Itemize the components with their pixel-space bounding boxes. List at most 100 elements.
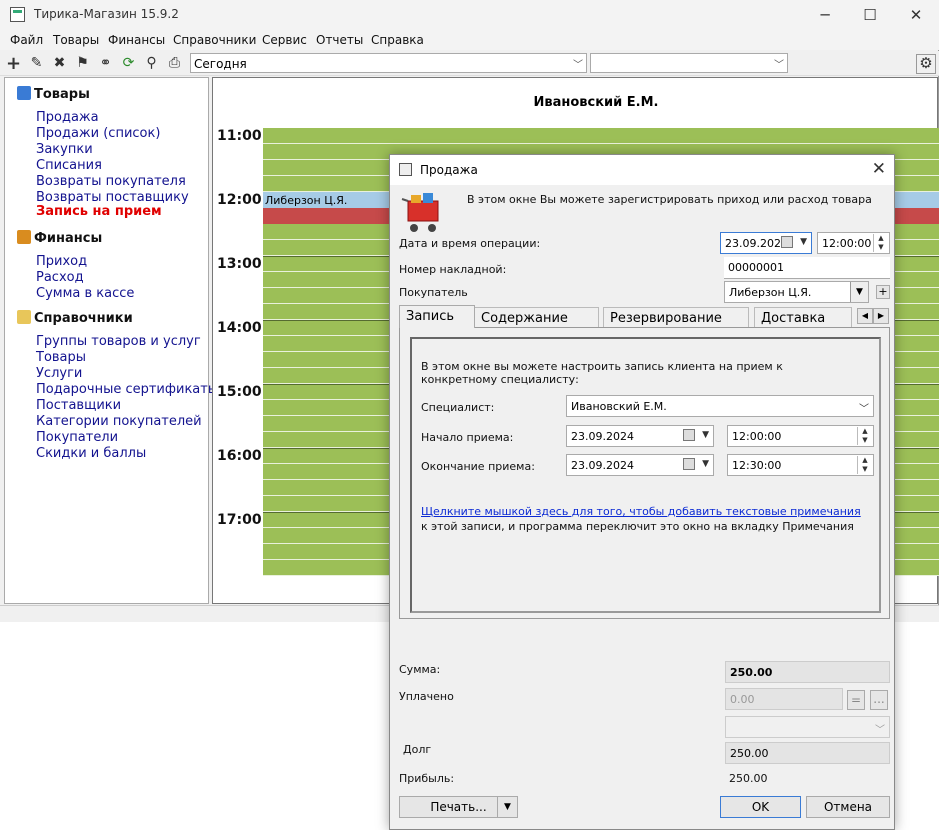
- menu-references[interactable]: Справочники: [173, 33, 256, 47]
- hour-label: 14:00: [217, 320, 262, 336]
- payment-method-select[interactable]: ﹀: [725, 716, 890, 738]
- specialist-select[interactable]: Ивановский Е.М. ﹀: [566, 395, 874, 417]
- tab-appointment[interactable]: Запись: [399, 305, 475, 328]
- flag-icon[interactable]: ⚑: [74, 55, 91, 72]
- dropdown-arrow-icon: ▼: [702, 430, 709, 440]
- navigation-panel: Товары Запись на прием Продажа Продажи (…: [4, 77, 216, 604]
- nav-item-sales-list[interactable]: Продажи (список): [36, 126, 160, 141]
- nav-item-goods[interactable]: Товары: [36, 350, 86, 365]
- print-button[interactable]: Печать... ▼: [399, 796, 518, 818]
- edit-pencil-icon[interactable]: ✎: [28, 55, 45, 72]
- add-notes-link[interactable]: Щелкните мышкой здесь для того, чтобы до…: [421, 505, 861, 518]
- chevron-down-icon: ﹀: [859, 404, 869, 415]
- buyer-label: Покупатель: [399, 286, 468, 299]
- time-spinner-icon[interactable]: ▲ ▼: [857, 456, 872, 474]
- invoice-field[interactable]: 00000001: [724, 257, 890, 279]
- menu-goods[interactable]: Товары: [53, 33, 99, 47]
- nav-section-goods[interactable]: Товары: [17, 86, 90, 102]
- print-icon[interactable]: ⎙: [166, 55, 183, 72]
- shopping-cart-icon: [401, 193, 439, 232]
- settings-gear-icon[interactable]: ⚙: [916, 54, 936, 74]
- pay-more-button[interactable]: ...: [870, 690, 888, 710]
- hour-label: 13:00: [217, 256, 262, 272]
- nav-item-services[interactable]: Услуги: [36, 366, 82, 381]
- op-date-field[interactable]: 23.09.2024 ▼: [720, 232, 812, 254]
- appointment-box: В этом окне вы можете настроить запись к…: [410, 337, 881, 613]
- start-time-field[interactable]: 12:00:00 ▲ ▼: [727, 425, 874, 447]
- ok-button[interactable]: OK: [720, 796, 801, 818]
- link-icon[interactable]: ⚭: [97, 55, 114, 72]
- nav-item-supplier-returns[interactable]: Возвраты поставщику: [36, 190, 189, 205]
- chevron-down-icon[interactable]: ▼: [850, 282, 868, 302]
- chevron-down-icon: ﹀: [774, 60, 784, 71]
- paid-field[interactable]: 0.00: [725, 688, 843, 710]
- cancel-button[interactable]: Отмена: [806, 796, 890, 818]
- close-icon[interactable]: ✕: [872, 159, 886, 179]
- start-date-field[interactable]: 23.09.2024 ▼: [566, 425, 714, 447]
- op-time-field[interactable]: 12:00:00 ▲ ▼: [817, 232, 890, 254]
- tab-scroll-right-button[interactable]: ▶: [873, 308, 889, 324]
- op-date-label: Дата и время операции:: [399, 237, 541, 250]
- nav-item-appointment[interactable]: Запись на прием: [36, 204, 162, 219]
- delete-icon[interactable]: ✖: [51, 55, 68, 72]
- search-icon[interactable]: ⚲: [143, 55, 160, 72]
- maximize-button[interactable]: ☐: [855, 4, 885, 26]
- tab-content[interactable]: Содержание: [474, 307, 599, 328]
- nav-item-groups[interactable]: Группы товаров и услуг: [36, 334, 201, 349]
- chevron-down-icon[interactable]: ▼: [497, 797, 517, 817]
- nav-item-customers[interactable]: Покупатели: [36, 430, 118, 445]
- calendar-icon[interactable]: [683, 458, 695, 470]
- second-select[interactable]: ﹀: [590, 53, 788, 73]
- sum-field: 250.00: [725, 661, 890, 683]
- end-time-field[interactable]: 12:30:00 ▲ ▼: [727, 454, 874, 476]
- period-select[interactable]: Сегодня ﹀: [190, 53, 587, 73]
- nav-item-suppliers[interactable]: Поставщики: [36, 398, 121, 413]
- menu-finance[interactable]: Финансы: [108, 33, 165, 47]
- dialog-title: Продажа: [420, 163, 478, 177]
- add-icon[interactable]: +: [5, 55, 22, 73]
- nav-item-cash[interactable]: Сумма в кассе: [36, 286, 134, 301]
- nav-item-discounts[interactable]: Скидки и баллы: [36, 446, 146, 461]
- wallet-icon: [17, 230, 31, 244]
- debt-label: Долг: [403, 743, 432, 756]
- add-buyer-button[interactable]: +: [876, 285, 890, 299]
- paid-label: Уплачено: [399, 690, 454, 703]
- calendar-icon[interactable]: [781, 236, 793, 248]
- nav-item-income[interactable]: Приход: [36, 254, 87, 269]
- dialog-intro: В этом окне Вы можете зарегистрировать п…: [467, 193, 872, 206]
- tab-reservation[interactable]: Резервирование: [603, 307, 749, 328]
- debt-field: 250.00: [725, 742, 890, 764]
- refresh-icon[interactable]: ⟳: [120, 55, 137, 72]
- menu-help[interactable]: Справка: [371, 33, 424, 47]
- menu-service[interactable]: Сервис: [262, 33, 307, 47]
- nav-item-gift-certificates[interactable]: Подарочные сертификать: [36, 382, 216, 397]
- time-spinner-icon[interactable]: ▲ ▼: [873, 234, 888, 252]
- nav-item-writeoffs[interactable]: Списания: [36, 158, 102, 173]
- period-value: Сегодня: [194, 57, 247, 71]
- tab-scroll-left-button[interactable]: ◀: [857, 308, 873, 324]
- menu-bar: Файл Товары Финансы Справочники Сервис О…: [0, 30, 939, 50]
- menu-reports[interactable]: Отчеты: [316, 33, 363, 47]
- close-window-button[interactable]: ✕: [901, 4, 931, 26]
- pay-full-button[interactable]: =: [847, 690, 865, 710]
- buyer-select[interactable]: Либерзон Ц.Я. ▼: [724, 281, 869, 303]
- nav-item-customer-categories[interactable]: Категории покупателей: [36, 414, 202, 429]
- dropdown-arrow-icon: ▼: [800, 237, 807, 247]
- calendar-icon[interactable]: [683, 429, 695, 441]
- nav-item-sale[interactable]: Продажа: [36, 110, 99, 125]
- end-label: Окончание приема:: [421, 460, 535, 473]
- nav-section-finance[interactable]: Финансы: [17, 230, 102, 246]
- hour-label: 15:00: [217, 384, 262, 400]
- menu-file[interactable]: Файл: [10, 33, 43, 47]
- nav-item-customer-returns[interactable]: Возвраты покупателя: [36, 174, 186, 189]
- time-spinner-icon[interactable]: ▲ ▼: [857, 427, 872, 445]
- nav-item-purchases[interactable]: Закупки: [36, 142, 93, 157]
- hour-label: 11:00: [217, 128, 262, 144]
- sum-label: Сумма:: [399, 663, 441, 676]
- nav-section-references[interactable]: Справочники: [17, 310, 133, 326]
- nav-item-expense[interactable]: Расход: [36, 270, 84, 285]
- minimize-button[interactable]: ─: [810, 4, 840, 26]
- chevron-down-icon: ﹀: [573, 60, 583, 71]
- tab-delivery[interactable]: Доставка: [754, 307, 852, 328]
- end-date-field[interactable]: 23.09.2024 ▼: [566, 454, 714, 476]
